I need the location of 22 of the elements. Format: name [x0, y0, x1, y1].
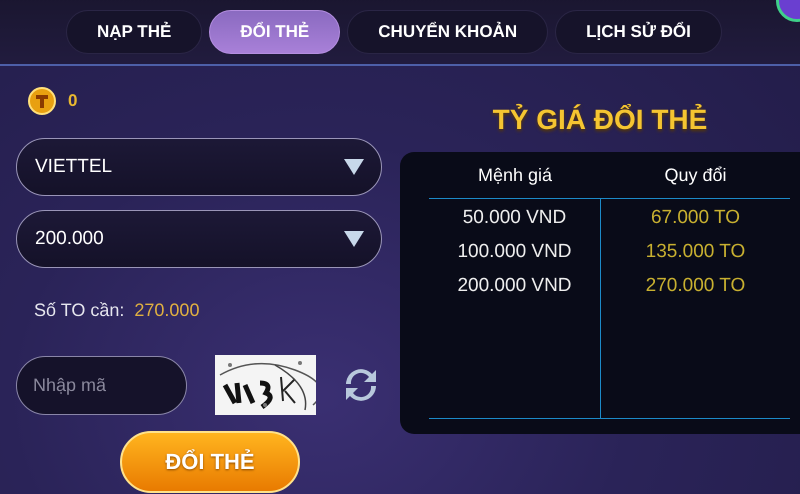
dropdown[interactable]: 200.000 — [16, 210, 382, 268]
column-header: Mệnh giá — [478, 164, 552, 186]
table-cell: 135.000 TO — [646, 240, 746, 263]
table-cell: 50.000 VND — [462, 206, 566, 229]
table-cell: 100.000 VND — [457, 240, 572, 263]
column-header: Quy đổi — [664, 164, 727, 186]
balance-value: 0 — [68, 91, 78, 111]
dropdown[interactable]: VIETTEL — [16, 138, 382, 196]
code-input[interactable]: Nhập mã — [16, 356, 187, 414]
required-label: Số TO cần: — [34, 300, 124, 321]
required-value: 270.000 — [134, 300, 200, 321]
table-cell: 67.000 TO — [650, 206, 740, 229]
table-cell: 270.000 TO — [646, 274, 746, 297]
table-cell: 200.000 VND — [457, 274, 572, 297]
rates-title: TỶ GIÁ ĐỔI THẺ — [492, 104, 708, 136]
tab[interactable]: LỊCH SỬ ĐỔI — [555, 10, 722, 54]
dropdown-arrow-icon — [343, 230, 365, 248]
dropdown-arrow-icon — [343, 158, 365, 176]
tab[interactable]: CHUYỂN KHOẢN — [347, 10, 548, 54]
tab[interactable]: ĐỔI THẺ — [209, 10, 340, 54]
coin-icon — [28, 87, 56, 115]
tab[interactable]: NẠP THẺ — [66, 10, 202, 54]
